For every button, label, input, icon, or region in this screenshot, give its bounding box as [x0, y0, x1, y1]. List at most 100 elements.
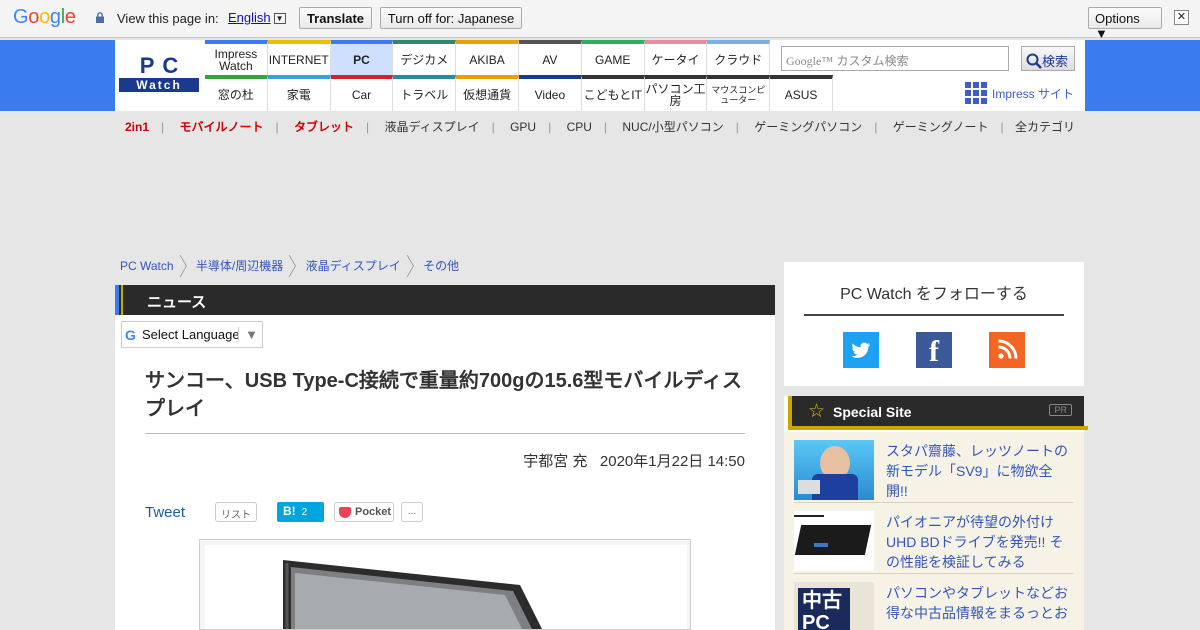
logo-pc: PC — [139, 53, 187, 78]
nav-madonomori[interactable]: 窓の杜 — [205, 75, 268, 111]
breadcrumb-lcd[interactable]: 液晶ディスプレイ — [306, 259, 401, 273]
special-item[interactable]: スタパ齋藤、レッツノートの新モデル「SV9」に物欲全開!! — [794, 432, 1074, 503]
nav-mouse[interactable]: マウスコンピューター — [707, 75, 771, 111]
options-button[interactable]: Options ▼ — [1088, 7, 1162, 41]
grid-icon — [965, 82, 987, 104]
breadcrumb-arrow-icon — [404, 255, 415, 277]
search-placeholder: カスタム検索 — [836, 54, 909, 68]
tweet-button[interactable]: Tweet — [145, 504, 185, 521]
cat-lcd[interactable]: 液晶ディスプレイ — [384, 120, 479, 134]
cat-cpu[interactable]: CPU — [567, 120, 592, 134]
hatena-label: B! — [283, 504, 296, 518]
rss-icon[interactable] — [989, 332, 1025, 368]
cat-2in1[interactable]: 2in1 — [125, 120, 149, 134]
nav-keitai[interactable]: ケータイ — [644, 40, 708, 75]
special-item-text: スタパ齋藤、レッツノートの新モデル「SV9」に物欲全開!! — [886, 443, 1068, 499]
search-button-label: 検索 — [1042, 54, 1069, 69]
cat-mobile-note[interactable]: モバイルノート — [179, 120, 263, 134]
lock-icon — [96, 12, 104, 23]
turn-off-button[interactable]: Turn off for: Japanese — [380, 7, 522, 29]
nav-digicame[interactable]: デジカメ — [393, 40, 457, 75]
special-site-list: スタパ齋藤、レッツノートの新モデル「SV9」に物欲全開!! パイオニアが待望の外… — [784, 432, 1084, 630]
breadcrumb-other[interactable]: その他 — [423, 259, 459, 273]
breadcrumb: PC Watch 半導体/周辺機器 液晶ディスプレイ その他 — [120, 255, 459, 277]
hatena-count: 2 — [301, 507, 308, 518]
pc-watch-logo[interactable]: PC Watch — [119, 54, 199, 94]
cat-nuc[interactable]: NUC/小型パソコン — [622, 120, 723, 134]
cat-tablet[interactable]: タブレット — [294, 120, 354, 134]
impress-site-label: Impress サイト — [992, 87, 1075, 101]
header-inner: PC Watch Impress Watch INTERNET PC デジカメ … — [115, 40, 1085, 111]
site-header: PC Watch Impress Watch INTERNET PC デジカメ … — [0, 40, 1200, 111]
nav-pc[interactable]: PC — [330, 40, 394, 75]
cat-gaming-pc[interactable]: ゲーミングパソコン — [754, 120, 862, 134]
all-categories-link[interactable]: 全カテゴリ — [1015, 118, 1075, 135]
pocket-button[interactable]: Pocket — [334, 502, 394, 522]
nav-av[interactable]: AV — [518, 40, 582, 75]
language-value: English — [228, 10, 271, 25]
special-item-thumb — [794, 511, 874, 571]
article-photo[interactable] — [199, 539, 691, 630]
follow-box: PC Watch をフォローする f — [784, 262, 1084, 386]
author: 宇都宮 充 — [523, 453, 588, 470]
special-site-header: ☆ Special Site PR — [784, 396, 1088, 430]
twitter-icon[interactable] — [843, 332, 879, 368]
logo-watch: Watch — [119, 78, 199, 92]
publish-date: 2020年1月22日 14:50 — [599, 453, 745, 470]
list-button[interactable]: リスト — [215, 502, 257, 522]
more-share-button[interactable]: ... — [401, 502, 423, 522]
search-input[interactable]: Google™ カスタム検索 — [781, 46, 1009, 71]
language-select[interactable]: English ▼ — [228, 10, 286, 25]
close-icon[interactable]: ✕ — [1174, 10, 1189, 25]
nav-game[interactable]: GAME — [581, 40, 645, 75]
nav-impress-watch[interactable]: Impress Watch — [205, 40, 268, 75]
site-nav: Impress Watch INTERNET PC デジカメ AKIBA AV … — [205, 40, 833, 111]
category-bar: 2in1 | モバイルノート | タブレット | 液晶ディスプレイ | GPU | CPU… — [125, 120, 1004, 134]
nav-kodomo[interactable]: こどもとIT — [581, 75, 645, 111]
nav-crypto[interactable]: 仮想通貨 — [456, 75, 519, 111]
nav-asus[interactable]: ASUS — [770, 75, 833, 111]
monitor-image — [283, 560, 542, 629]
special-item-thumb — [794, 440, 874, 500]
news-section-bar: ニュース — [115, 285, 775, 315]
special-site-box: ☆ Special Site PR スタパ齋藤、レッツノートの新モデル「SV9」… — [784, 396, 1088, 630]
special-item-text: パイオニアが待望の外付けUHD BDドライブを発売!! その性能を検証してみる — [886, 514, 1064, 570]
pocket-icon — [339, 507, 351, 518]
impress-site-link[interactable]: Impress サイト — [965, 82, 1074, 104]
nav-car[interactable]: Car — [330, 75, 394, 111]
nav-video[interactable]: Video — [518, 75, 582, 111]
article-main: ニュース G Select Language ▼ サンコー、USB Type-C… — [115, 285, 775, 630]
select-language-label: Select Language — [142, 327, 240, 342]
title-divider — [145, 433, 745, 434]
special-item[interactable]: 中古 PC パソコンやタブレットなどお得な中古品情報をまるっとお — [794, 574, 1074, 630]
breadcrumb-arrow-icon — [287, 255, 298, 277]
search-button[interactable]: 検索 — [1021, 46, 1075, 71]
pocket-label: Pocket — [355, 506, 392, 518]
cat-gpu[interactable]: GPU — [510, 120, 536, 134]
nav-kaden[interactable]: 家電 — [267, 75, 331, 111]
nav-cloud[interactable]: クラウド — [707, 40, 771, 75]
special-site-title: Special Site — [833, 404, 912, 420]
hatena-bookmark-button[interactable]: B! 2 — [277, 502, 324, 522]
cat-gaming-note[interactable]: ゲーミングノート — [893, 120, 989, 134]
facebook-icon[interactable]: f — [916, 332, 952, 368]
special-item-thumb: 中古 PC — [794, 582, 874, 630]
dropdown-arrow-icon: ▼ — [273, 13, 286, 24]
byline: 宇都宮 充 2020年1月22日 14:50 — [523, 450, 745, 471]
search-brand: Google™ — [786, 54, 834, 68]
nav-internet[interactable]: INTERNET — [267, 40, 331, 75]
breadcrumb-pc-watch[interactable]: PC Watch — [120, 259, 174, 273]
article-title: サンコー、USB Type-C接続で重量約700gの15.6型モバイルディスプレ… — [145, 370, 742, 420]
pr-badge: PR — [1049, 404, 1072, 416]
google-g-icon: G — [125, 327, 136, 343]
nav-travel[interactable]: トラベル — [393, 75, 457, 111]
google-logo: Google — [13, 6, 76, 28]
translate-button[interactable]: Translate — [299, 7, 372, 29]
search-icon — [1026, 53, 1042, 69]
special-item[interactable]: パイオニアが待望の外付けUHD BDドライブを発売!! その性能を検証してみる — [794, 503, 1074, 574]
breadcrumb-semiconductor[interactable]: 半導体/周辺機器 — [196, 259, 283, 273]
nav-pc-koubou[interactable]: パソコン工房 — [644, 75, 708, 111]
view-page-label: View this page in: — [117, 11, 219, 26]
select-language-dropdown[interactable]: G Select Language ▼ — [121, 321, 263, 348]
nav-akiba[interactable]: AKIBA — [456, 40, 519, 75]
